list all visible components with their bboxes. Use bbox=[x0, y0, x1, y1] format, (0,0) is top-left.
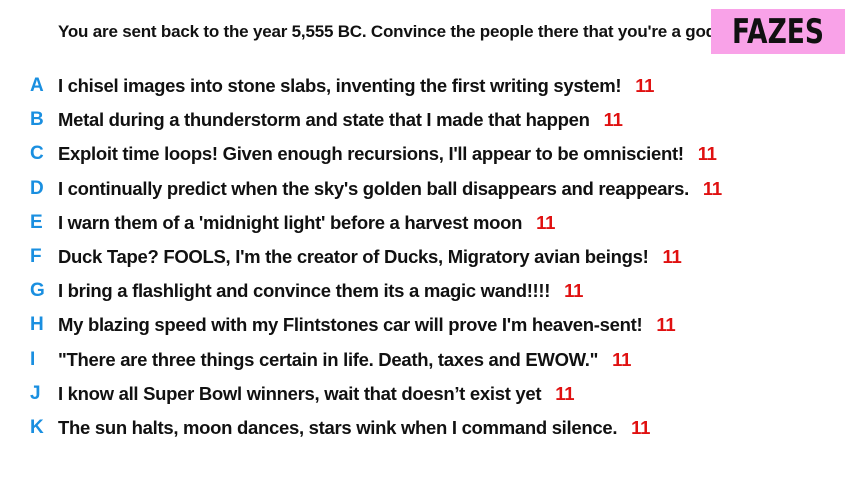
answer-letter: K bbox=[30, 416, 44, 438]
answer-row-j: J I know all Super Bowl winners, wait th… bbox=[0, 377, 853, 411]
answer-text: I bring a flashlight and convince them i… bbox=[58, 280, 551, 302]
answer-text: I know all Super Bowl winners, wait that… bbox=[58, 382, 542, 404]
answer-score: 11 bbox=[612, 348, 632, 370]
answer-score: 11 bbox=[631, 416, 651, 438]
answer-text: Exploit time loops! Given enough recursi… bbox=[58, 143, 684, 165]
answer-row-a: A I chisel images into stone slabs, inve… bbox=[0, 69, 853, 103]
answer-score: 11 bbox=[702, 177, 722, 199]
answer-score: 11 bbox=[656, 314, 676, 336]
answer-letter: D bbox=[30, 177, 44, 199]
answer-row-e: E I warn them of a 'midnight light' befo… bbox=[0, 206, 853, 240]
answer-text: Duck Tape? FOOLS, I'm the creator of Duc… bbox=[58, 246, 649, 268]
answer-text: I warn them of a 'midnight light' before… bbox=[58, 211, 523, 233]
fazes-logo: FAZES bbox=[711, 9, 845, 54]
answer-score: 11 bbox=[635, 75, 655, 97]
answer-letter: C bbox=[30, 143, 44, 165]
answer-row-g: G I bring a flashlight and convince them… bbox=[0, 274, 853, 308]
answer-row-d: D I continually predict when the sky's g… bbox=[0, 172, 853, 206]
answer-text: I continually predict when the sky's gol… bbox=[58, 177, 689, 199]
answer-letter: H bbox=[30, 314, 44, 336]
answer-row-f: F Duck Tape? FOOLS, I'm the creator of D… bbox=[0, 240, 853, 274]
answer-row-h: H My blazing speed with my Flintstones c… bbox=[0, 308, 853, 342]
answer-row-b: B Metal during a thunderstorm and state … bbox=[0, 103, 853, 137]
answer-text: "There are three things certain in life.… bbox=[58, 348, 599, 370]
answer-row-k: K The sun halts, moon dances, stars wink… bbox=[0, 411, 853, 445]
question-prompt: You are sent back to the year 5,555 BC. … bbox=[58, 22, 721, 41]
answer-letter: G bbox=[30, 280, 45, 302]
answer-letter: J bbox=[30, 382, 41, 404]
answer-letter: A bbox=[30, 75, 44, 97]
answer-score: 11 bbox=[603, 109, 623, 131]
answer-row-i: I "There are three things certain in lif… bbox=[0, 343, 853, 377]
answer-score: 11 bbox=[564, 280, 584, 302]
answer-text: Metal during a thunderstorm and state th… bbox=[58, 109, 590, 131]
answer-letter: F bbox=[30, 246, 42, 268]
answer-row-c: C Exploit time loops! Given enough recur… bbox=[0, 137, 853, 171]
answer-list: A I chisel images into stone slabs, inve… bbox=[0, 69, 853, 445]
answer-score: 11 bbox=[662, 246, 682, 268]
answer-score: 11 bbox=[555, 382, 575, 404]
answer-text: The sun halts, moon dances, stars wink w… bbox=[58, 416, 618, 438]
answer-score: 11 bbox=[536, 211, 556, 233]
fazes-logo-text: FAZES bbox=[731, 11, 825, 52]
answer-letter: B bbox=[30, 109, 44, 131]
answer-text: My blazing speed with my Flintstones car… bbox=[58, 314, 643, 336]
answer-score: 11 bbox=[697, 143, 717, 165]
answer-text: I chisel images into stone slabs, invent… bbox=[58, 75, 622, 97]
answer-letter: E bbox=[30, 211, 43, 233]
answer-letter: I bbox=[30, 348, 36, 370]
